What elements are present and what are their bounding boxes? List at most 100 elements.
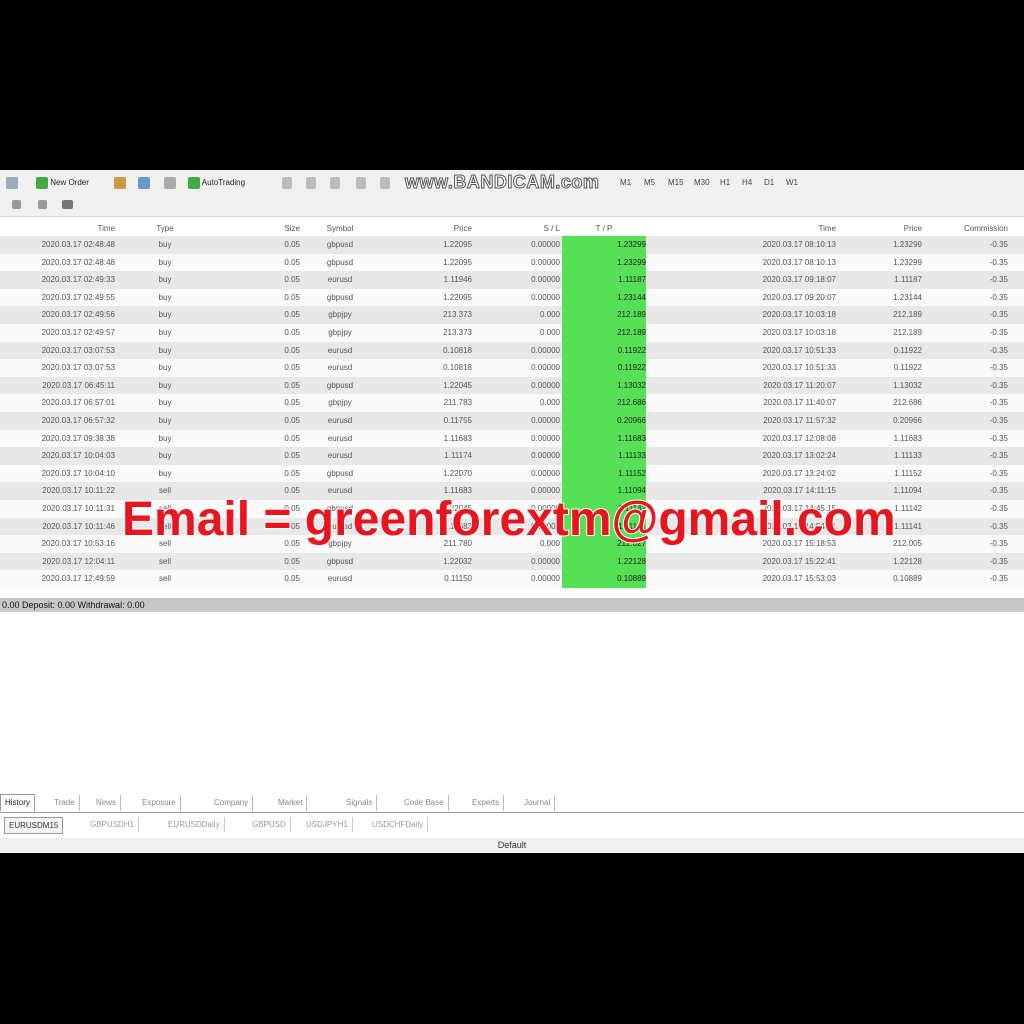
tab-signals[interactable]: Signals [342, 795, 378, 811]
table-row[interactable]: 2020.03.17 06:45:11 buy 0.05 gbpusd 1.22045 0… [0, 376, 1024, 395]
settings-icon[interactable] [164, 175, 176, 191]
cell-close-time: 2020.03.17 08:10:13 [762, 240, 836, 249]
tf-w1[interactable]: W1 [786, 178, 798, 187]
cell-sl: 0.00000 [531, 451, 560, 461]
tab-journal[interactable]: Journal [520, 795, 556, 811]
tab-market[interactable]: Market [274, 795, 308, 811]
cell-type: buy [158, 257, 172, 267]
col-header-type[interactable]: Type [115, 222, 215, 236]
tab-trade[interactable]: Trade [50, 795, 80, 811]
status-bar: Default [0, 838, 1024, 853]
table-row[interactable]: 2020.03.17 02:49:33 buy 0.05 eurusd 1.11946 0… [0, 271, 1024, 289]
zoom-out-icon[interactable] [380, 175, 390, 191]
cell-size: 0.05 [284, 363, 300, 373]
cell-symbol: eurusd [327, 275, 353, 285]
col-header-symbol[interactable]: Symbol [300, 222, 380, 236]
cell-symbol: gbpusd [326, 556, 354, 566]
cell-open-price: 1.11946 [443, 275, 472, 285]
table-row[interactable]: 2020.03.17 02:49:57 buy 0.05 gbpjpy 213.373 0… [0, 323, 1024, 342]
tf-d1[interactable]: D1 [764, 178, 774, 187]
chart-tab-2[interactable]: GBPUSDH1 [86, 817, 140, 832]
tf-m5[interactable]: M5 [644, 178, 655, 187]
crosshair-icon[interactable] [38, 197, 47, 213]
table-row[interactable]: 2020.03.17 10:04:03 buy 0.05 eurusd 1.11174 0… [0, 447, 1024, 465]
cell-size: 0.05 [284, 556, 300, 566]
cell-open-price: 1.22070 [443, 468, 472, 478]
col-header-tp[interactable]: T / P [562, 222, 646, 236]
table-row[interactable]: 2020.03.17 10:04:10 buy 0.05 gbpusd 1.22070 0… [0, 464, 1024, 483]
col-header-time[interactable]: Time [0, 222, 115, 236]
table-row[interactable]: 2020.03.17 02:49:56 buy 0.05 gbpjpy 213.373 0… [0, 306, 1024, 324]
table-row[interactable]: 2020.03.17 03:07:53 buy 0.05 eurusd 0.10818 0… [0, 359, 1024, 377]
chart-tab-5[interactable]: USDJPYH1 [302, 817, 353, 832]
candlestick-icon[interactable] [306, 175, 316, 191]
cell-symbol: gbpjpy [328, 398, 352, 408]
chart-tab-4[interactable]: GBPUSD [248, 817, 291, 832]
cell-size: 0.05 [284, 275, 300, 285]
tab-code-base[interactable]: Code Base [400, 795, 449, 811]
table-row[interactable]: 2020.03.17 06:57:01 buy 0.05 gbpjpy 211.783 0… [0, 394, 1024, 412]
cell-close-price: 1.23299 [893, 257, 922, 267]
cell-open-price: 0.10818 [443, 345, 472, 355]
col-header-close-time[interactable]: Time [690, 222, 836, 236]
chart-tab-6[interactable]: USDCHFDaily [368, 817, 429, 832]
table-row[interactable]: 2020.03.17 12:49:59 sell 0.05 eurusd 0.11150… [0, 570, 1024, 588]
phone-icon[interactable] [62, 197, 73, 213]
autotrading-button[interactable]: AutoTrading [188, 175, 245, 191]
table-row[interactable]: 2020.03.17 12:04:11 sell 0.05 gbpusd 1.22032… [0, 552, 1024, 571]
tf-m15[interactable]: M15 [668, 178, 684, 187]
cell-symbol: gbpusd [326, 240, 354, 249]
cell-open-price: 1.11683 [443, 433, 472, 443]
new-order-button[interactable]: New Order [36, 175, 89, 191]
chart-tab-1[interactable]: EURUSDM15 [4, 817, 64, 834]
arrow-cursor-icon[interactable] [12, 197, 21, 213]
cell-sl: 0.00000 [531, 468, 560, 478]
cell-commission: -0.35 [989, 398, 1008, 408]
cell-close-time: 2020.03.17 08:10:13 [762, 257, 836, 267]
table-row[interactable]: 2020.03.17 02:48:48 buy 0.05 gbpusd 1.22095 0… [0, 253, 1024, 272]
bar-chart-icon[interactable] [282, 175, 292, 191]
cell-open-time: 2020.03.17 06:57:01 [41, 398, 115, 408]
line-chart-icon[interactable] [330, 175, 340, 191]
cell-open-time: 2020.03.17 02:48:48 [41, 257, 115, 267]
cell-type: sell [158, 574, 171, 584]
col-header-close-price[interactable]: Price [836, 222, 922, 236]
table-row[interactable]: 2020.03.17 06:57:32 buy 0.05 eurusd 0.11755 0… [0, 411, 1024, 430]
col-header-size[interactable]: Size [215, 222, 300, 236]
cell-close-price: 1.11133 [894, 451, 922, 461]
tab-experts[interactable]: Experts [468, 795, 505, 811]
cell-close-time: 2020.03.17 09:20:07 [762, 292, 836, 302]
navigator-icon[interactable] [138, 175, 150, 191]
table-row[interactable]: 2020.03.17 03:07:53 buy 0.05 eurusd 0.10818 0… [0, 341, 1024, 360]
tf-h4[interactable]: H4 [742, 178, 752, 187]
cell-open-time: 2020.03.17 02:49:57 [41, 327, 115, 337]
cell-tp: 1.11683 [562, 429, 646, 448]
cell-type: buy [158, 275, 172, 285]
cell-open-time: 2020.03.17 10:53:16 [41, 539, 115, 549]
tf-h1[interactable]: H1 [720, 178, 730, 187]
tf-m1[interactable]: M1 [620, 178, 631, 187]
cell-sl: 0.00000 [531, 292, 560, 302]
status-profile: Default [497, 840, 527, 850]
tab-news[interactable]: News [92, 795, 122, 811]
zoom-icon[interactable] [6, 175, 18, 191]
metaeditor-icon[interactable] [114, 175, 126, 191]
col-header-sl[interactable]: S / L [472, 222, 560, 236]
table-row[interactable]: 2020.03.17 09:38:38 buy 0.05 eurusd 1.11683 0… [0, 429, 1024, 448]
tab-exposure[interactable]: Exposure [138, 795, 181, 811]
tab-history[interactable]: History [0, 794, 35, 811]
cell-close-price: 212.686 [893, 398, 922, 408]
col-header-commission[interactable]: Commission [922, 222, 1008, 236]
tab-company[interactable]: Company [210, 795, 254, 811]
cell-commission: -0.35 [989, 275, 1008, 285]
chart-tab-3[interactable]: EURUSDDaily [164, 817, 225, 832]
cell-tp: 0.10889 [562, 570, 646, 588]
cell-sl: 0.000 [539, 327, 560, 337]
tf-m30[interactable]: M30 [694, 178, 710, 187]
cell-size: 0.05 [284, 240, 300, 249]
table-row[interactable]: 2020.03.17 02:48:48 buy 0.05 gbpusd 1.22095 0… [0, 236, 1024, 254]
table-row[interactable]: 2020.03.17 02:49:55 buy 0.05 gbpusd 1.22095 0… [0, 288, 1024, 307]
cell-open-price: 1.22032 [443, 556, 472, 566]
col-header-price[interactable]: Price [380, 222, 472, 236]
zoom-in-icon[interactable] [356, 175, 366, 191]
